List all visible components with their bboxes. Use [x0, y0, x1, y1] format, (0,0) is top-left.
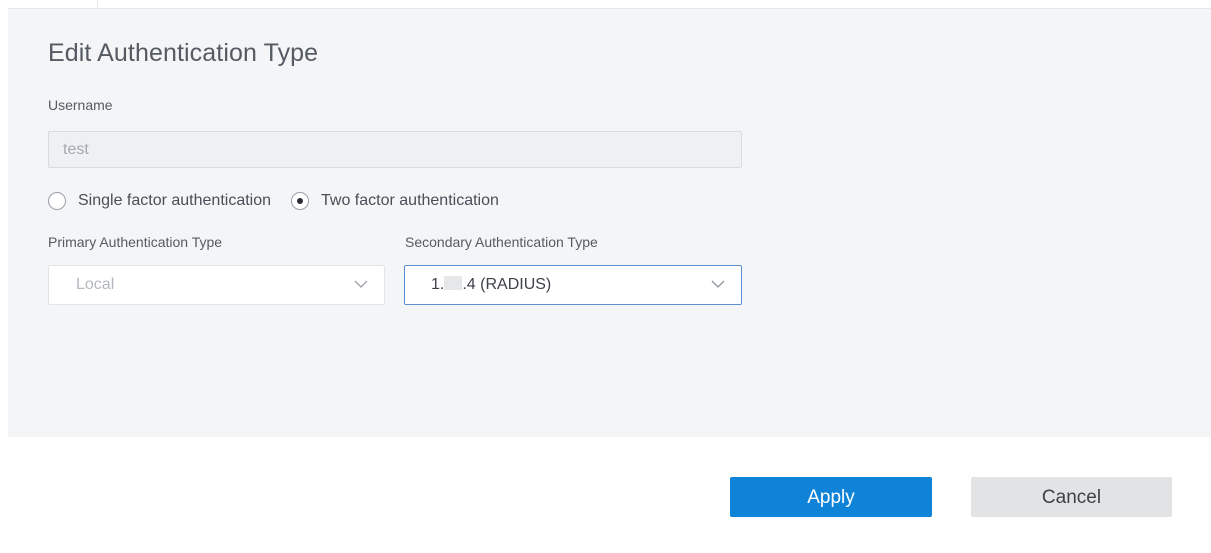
- cancel-button[interactable]: Cancel: [971, 477, 1172, 517]
- two-factor-radio-option[interactable]: Two factor authentication: [291, 192, 499, 210]
- auth-mode-radio-group: Single factor authentication Two factor …: [48, 190, 499, 212]
- divider: [97, 0, 98, 8]
- dialog-title: Edit Authentication Type: [48, 39, 319, 67]
- primary-auth-type-select[interactable]: Local: [48, 265, 385, 305]
- chevron-down-icon: [354, 280, 368, 288]
- secondary-value-prefix: 1.: [431, 276, 445, 293]
- secondary-auth-type-value: 1. .4 (RADIUS): [431, 266, 551, 304]
- username-label: Username: [48, 97, 113, 113]
- primary-auth-type-value: Local: [76, 276, 115, 293]
- secondary-value-suffix: .4 (RADIUS): [462, 276, 552, 293]
- dialog-footer: Apply Cancel: [0, 437, 1211, 553]
- primary-auth-type-label: Primary Authentication Type: [48, 234, 223, 250]
- chevron-down-icon: [711, 280, 725, 288]
- secondary-auth-type-label: Secondary Authentication Type: [405, 234, 598, 250]
- top-strip: [0, 0, 1211, 8]
- apply-button[interactable]: Apply: [730, 477, 932, 517]
- two-factor-label: Two factor authentication: [321, 192, 499, 209]
- redacted-block: [444, 276, 463, 290]
- secondary-auth-type-select[interactable]: 1. .4 (RADIUS): [404, 265, 742, 305]
- two-factor-radio[interactable]: [291, 192, 310, 210]
- single-factor-radio[interactable]: [48, 192, 66, 210]
- single-factor-radio-option[interactable]: Single factor authentication: [48, 192, 271, 210]
- single-factor-label: Single factor authentication: [78, 192, 272, 209]
- username-field: test: [48, 131, 742, 168]
- dialog-body: Edit Authentication Type Username test S…: [8, 8, 1211, 437]
